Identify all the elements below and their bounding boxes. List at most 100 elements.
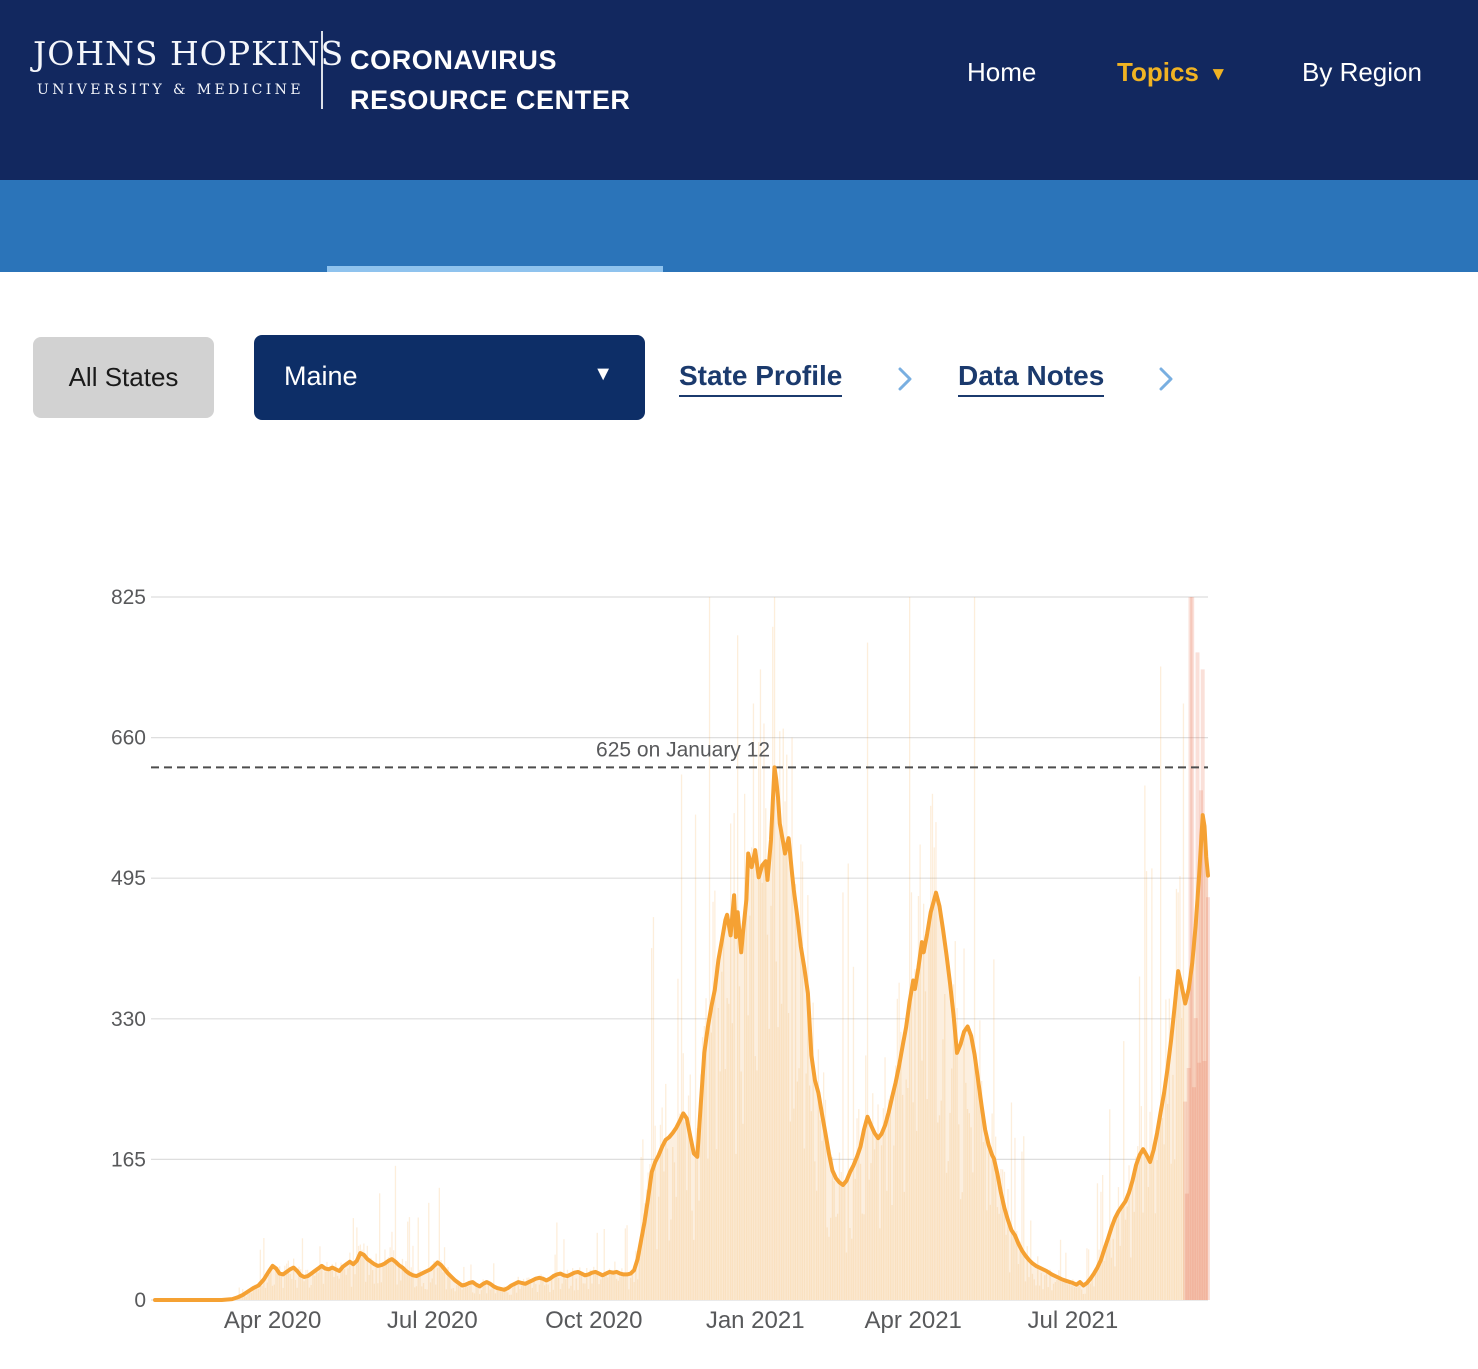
daily-cases-bar (553, 1290, 554, 1300)
daily-cases-bar (1167, 1104, 1168, 1300)
daily-cases-bar (591, 1284, 592, 1301)
daily-cases-bar (1097, 1183, 1098, 1300)
daily-cases-bar (749, 916, 750, 1300)
daily-cases-bar (672, 1147, 673, 1300)
daily-cases-bar (767, 935, 768, 1300)
daily-cases-bar (718, 1008, 719, 1300)
daily-cases-bar (830, 1218, 831, 1300)
daily-cases-bar (877, 1104, 878, 1300)
daily-cases-bar (1044, 1275, 1045, 1300)
daily-cases-bar (942, 1039, 943, 1300)
daily-cases-bar (972, 1172, 973, 1300)
daily-cases-bar (1006, 1235, 1007, 1300)
daily-cases-bar (377, 1283, 378, 1300)
daily-cases-bar (732, 1023, 733, 1300)
daily-cases-bar (977, 1083, 978, 1300)
subnav-item-data-in-motion[interactable]: Data in Motion (1247, 391, 1421, 422)
daily-cases-bar (597, 1233, 598, 1300)
x-tick-label: Jan 2021 (706, 1307, 805, 1334)
daily-cases-bar (1011, 1103, 1012, 1301)
daily-cases-bar (665, 1084, 666, 1300)
daily-cases-bar (925, 991, 926, 1300)
daily-cases-bar (535, 1284, 536, 1300)
daily-cases-bar (804, 1149, 805, 1301)
daily-cases-bar (927, 1099, 928, 1300)
daily-cases-bar (637, 1279, 638, 1300)
daily-cases-bar (563, 1239, 564, 1300)
daily-cases-bar (853, 967, 854, 1300)
daily-cases-bar (1153, 1143, 1154, 1300)
header-nav-item-by-region[interactable]: By Region (1302, 57, 1422, 88)
cases-chart-svg: 0165330495660825625 on January 12Apr 202… (0, 560, 1478, 1364)
daily-cases-bar (1181, 1018, 1182, 1300)
daily-cases-bar (741, 1072, 742, 1301)
daily-cases-bar (581, 1273, 582, 1300)
daily-cases-bar (909, 597, 910, 1300)
daily-cases-bar (404, 1268, 405, 1300)
daily-cases-bar (951, 1069, 952, 1301)
daily-cases-bar (1056, 1280, 1057, 1300)
johns-hopkins-logo[interactable]: JOHNS HOPKINS UNIVERSITY & MEDICINE (33, 34, 344, 98)
daily-cases-bar (1042, 1289, 1043, 1300)
daily-cases-bar (1004, 1172, 1005, 1300)
daily-cases-bar (261, 1286, 262, 1300)
daily-cases-bar (323, 1284, 324, 1300)
header-nav-item-home[interactable]: Home (967, 57, 1036, 88)
state-profile-link[interactable]: State Profile (679, 360, 842, 397)
data-notes-link[interactable]: Data Notes (958, 360, 1104, 397)
daily-cases-bar (746, 874, 747, 1300)
daily-cases-bar (1025, 1281, 1026, 1300)
daily-cases-bar (486, 1293, 487, 1300)
daily-cases-bar (1106, 1248, 1107, 1300)
daily-cases-bar (1179, 876, 1180, 1300)
daily-cases-bar (816, 1191, 817, 1300)
daily-cases-bar (337, 1276, 338, 1300)
topics-dropdown-caret-icon: ▼ (1209, 64, 1228, 86)
daily-cases-bar (439, 1188, 440, 1300)
daily-cases-bar (860, 1164, 861, 1300)
all-states-button[interactable]: All States (33, 337, 214, 418)
site-title[interactable]: CORONAVIRUS RESOURCE CENTER (350, 40, 631, 120)
daily-cases-bar (1116, 1218, 1117, 1300)
daily-cases-bar (946, 1173, 947, 1300)
daily-cases-bar (681, 775, 682, 1301)
x-tick-label: Jul 2021 (1028, 1307, 1119, 1334)
daily-cases-bar (390, 1247, 391, 1300)
daily-cases-bar (748, 1015, 749, 1300)
daily-cases-bar (1009, 1272, 1010, 1300)
daily-cases-bar (302, 1238, 303, 1300)
daily-cases-bar (442, 1272, 443, 1300)
daily-cases-bar (985, 1138, 986, 1301)
header-nav-item-topics[interactable]: Topics▼ (1117, 57, 1228, 88)
daily-cases-bar (365, 1282, 366, 1300)
daily-cases-bar (997, 1207, 998, 1300)
daily-cases-bar (676, 1197, 677, 1300)
daily-cases-bar (474, 1293, 475, 1300)
daily-cases-bar (939, 1115, 940, 1300)
daily-cases-bar (944, 994, 945, 1300)
daily-cases-bar (955, 941, 956, 1300)
daily-cases-bar (821, 1141, 822, 1300)
daily-cases-bar (879, 1228, 880, 1300)
daily-cases-bar (414, 1287, 415, 1300)
state-select-dropdown[interactable]: Maine ▼ (254, 335, 645, 420)
site-title-line2: RESOURCE CENTER (350, 80, 631, 120)
daily-cases-bar (1178, 892, 1179, 1300)
daily-cases-bar (842, 892, 843, 1300)
daily-cases-bar (432, 1279, 433, 1301)
daily-cases-bar (407, 1222, 408, 1300)
daily-cases-bar (930, 806, 931, 1300)
daily-cases-bar (899, 983, 900, 1300)
daily-cases-bar (758, 742, 759, 1300)
daily-cases-bar (832, 1157, 833, 1300)
daily-cases-bar (999, 1214, 1000, 1300)
daily-cases-bar (913, 1102, 914, 1300)
daily-cases-bar (1121, 1210, 1122, 1301)
daily-cases-bar (897, 999, 898, 1300)
daily-cases-bar (1149, 1112, 1150, 1300)
daily-cases-bar (1130, 1258, 1131, 1301)
daily-cases-bar (802, 862, 803, 1301)
daily-cases-bar (655, 1126, 656, 1300)
daily-cases-bar (776, 962, 777, 1301)
daily-cases-bar (1104, 1261, 1105, 1300)
